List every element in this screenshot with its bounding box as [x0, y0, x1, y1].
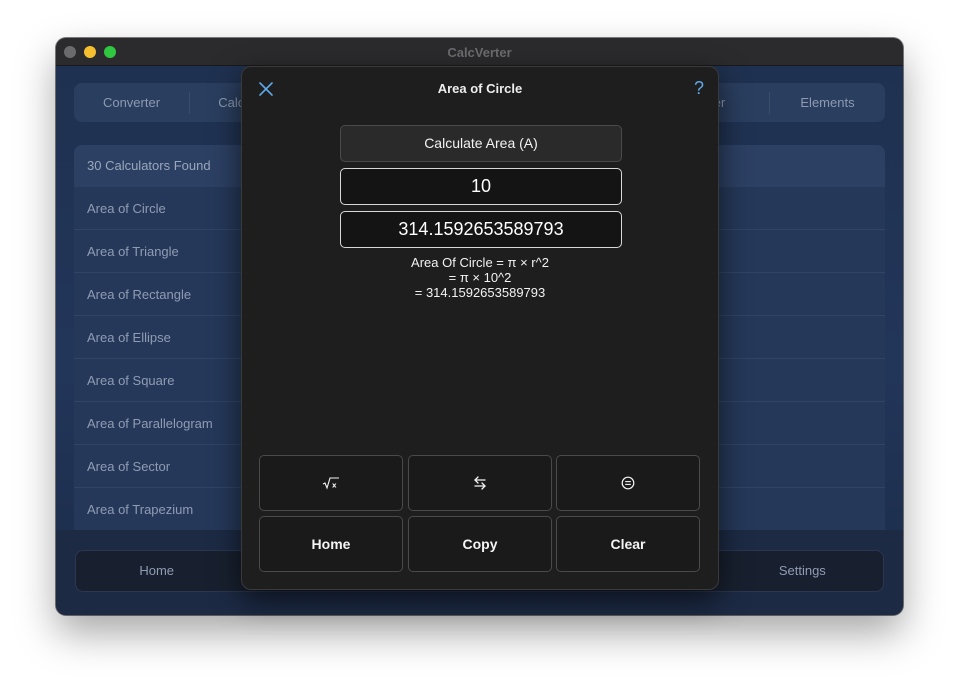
calculate-area-button[interactable]: Calculate Area (A)	[340, 125, 622, 162]
keypad: x Home Copy Clear	[259, 455, 702, 573]
formula-text: Area Of Circle = π × r^2 = π × 10^2 = 31…	[242, 255, 718, 300]
nav-converter[interactable]: Converter	[74, 91, 190, 114]
swap-arrows-icon	[474, 476, 486, 490]
tab-settings[interactable]: Settings	[722, 551, 883, 591]
sqrt-button[interactable]: x	[259, 455, 403, 511]
radius-input[interactable]: 10	[340, 168, 622, 205]
area-of-circle-dialog: Area of Circle ? Calculate Area (A) 10 3…	[241, 66, 719, 590]
svg-text:x: x	[332, 482, 337, 490]
equals-button[interactable]	[556, 455, 700, 511]
equals-circle-icon	[621, 476, 635, 490]
swap-button[interactable]	[408, 455, 552, 511]
formula-line-2: = π × 10^2	[448, 270, 512, 285]
dialog-title: Area of Circle	[437, 81, 523, 96]
tab-home[interactable]: Home	[76, 551, 237, 591]
copy-button[interactable]: Copy	[408, 516, 552, 572]
nav-elements[interactable]: Elements	[770, 92, 885, 114]
help-button[interactable]: ?	[694, 78, 704, 99]
clear-button[interactable]: Clear	[556, 516, 700, 572]
formula-line-3: = 314.1592653589793	[414, 285, 546, 300]
home-button[interactable]: Home	[259, 516, 403, 572]
title-bar: CalcVerter	[56, 38, 903, 66]
window-title: CalcVerter	[447, 45, 512, 60]
result-field[interactable]: 314.1592653589793	[340, 211, 622, 248]
formula-line-1: Area Of Circle = π × r^2	[411, 255, 549, 270]
sqrt-icon: x	[322, 477, 339, 490]
